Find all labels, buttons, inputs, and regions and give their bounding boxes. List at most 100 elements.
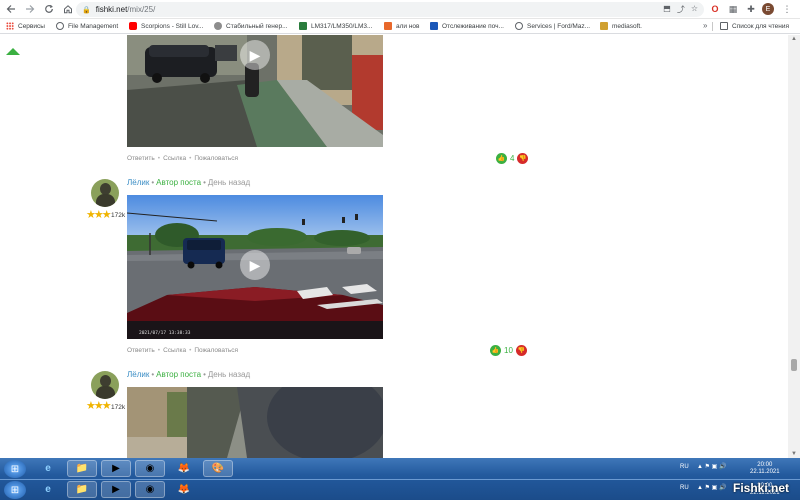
clock[interactable]: 20:00 22.11.2021: [750, 462, 780, 476]
lock-icon: 🔒: [82, 6, 91, 14]
puzzle-icon[interactable]: ✚: [744, 2, 758, 16]
watermark: Fishki.net: [733, 481, 790, 495]
bookmark-label: али нов: [396, 22, 420, 30]
reload-icon[interactable]: [41, 1, 57, 17]
thumbs-down-icon[interactable]: 👎: [515, 345, 527, 356]
media-player-icon[interactable]: ▶: [101, 460, 131, 477]
karma-count: 172k: [111, 404, 126, 411]
page-content: ▶ Ответить • Ссылка • Пожаловаться 👍 4 👎 Лёл…: [0, 35, 800, 458]
url-path: /mix/25/: [127, 5, 156, 14]
site-icon: [299, 22, 307, 30]
opera-extension-icon[interactable]: O: [708, 2, 722, 16]
comment-actions-1: Ответить • Ссылка • Пожаловаться: [127, 155, 239, 162]
video-timestamp: 2021/07/17 13:38:33: [139, 330, 191, 336]
bookmark-file-management[interactable]: File Management: [56, 22, 118, 30]
internet-explorer-icon[interactable]: e: [33, 481, 63, 498]
bookmark-label: Стабильный генер...: [226, 22, 288, 30]
bookmark-ford-services[interactable]: Services | Ford/Maz...: [515, 22, 590, 30]
share-icon[interactable]: ⤴: [677, 4, 685, 15]
bookmark-label: File Management: [68, 22, 119, 30]
back-icon[interactable]: [3, 1, 19, 17]
bookmark-scorpions[interactable]: Scorpions - Still Lov...: [129, 22, 203, 30]
extension-icon[interactable]: ▦: [726, 2, 740, 16]
avatar: E: [762, 3, 774, 15]
video-player-2[interactable]: 2021/07/17 13:38:33 ▶: [127, 195, 383, 339]
avatar[interactable]: [91, 371, 119, 399]
reply-link[interactable]: Ответить: [127, 155, 155, 162]
vote-count: 4: [510, 154, 515, 163]
start-button-icon[interactable]: ⊞: [4, 481, 26, 499]
windows-taskbar: ⊞ e 📁 ▶ ◉ 🦊 🎨 ⊞ e 📁 ▶ ◉ 🦊 RU ▲ ⚑ ▣ 🔊 20:…: [0, 458, 800, 500]
apps-grid-icon: [6, 22, 14, 30]
tray-icons[interactable]: ▲ ⚑ ▣ 🔊: [697, 484, 726, 491]
firefox-icon[interactable]: 🦊: [169, 481, 199, 498]
thumbs-up-icon[interactable]: 👍: [496, 153, 507, 164]
comment-header-2: Лёлик • Автор поста • День назад: [127, 178, 251, 187]
scroll-down-icon[interactable]: ▼: [791, 451, 797, 457]
username-link[interactable]: Лёлик: [127, 178, 149, 187]
language-indicator[interactable]: RU: [680, 464, 689, 470]
avatar[interactable]: [91, 179, 119, 207]
divider: [712, 22, 713, 31]
home-icon[interactable]: [60, 1, 76, 17]
site-icon: [430, 22, 438, 30]
video-player-3[interactable]: [127, 387, 383, 458]
link-link[interactable]: Ссылка: [163, 347, 186, 354]
chrome-icon[interactable]: ◉: [135, 481, 165, 498]
scroll-top-icon[interactable]: [6, 48, 20, 55]
bookmarks-overflow-button[interactable]: »: [703, 21, 707, 30]
scrollbar-thumb[interactable]: [791, 359, 797, 371]
reading-list-icon: [720, 22, 728, 30]
bookmark-star-icon[interactable]: ☆: [691, 4, 698, 15]
globe-icon: [515, 22, 523, 30]
play-icon[interactable]: ▶: [240, 250, 270, 280]
bookmark-tracking[interactable]: Отслеживание поч...: [430, 22, 504, 30]
firefox-icon[interactable]: 🦊: [169, 460, 199, 477]
profile-button[interactable]: E: [761, 2, 775, 16]
username-link[interactable]: Лёлик: [127, 370, 149, 379]
video-player-1[interactable]: ▶: [127, 35, 383, 147]
language-indicator[interactable]: RU: [680, 485, 689, 491]
bookmark-ali[interactable]: али нов: [384, 22, 420, 30]
tray-icons[interactable]: ▲ ⚑ ▣ 🔊: [697, 463, 726, 470]
report-link[interactable]: Пожаловаться: [194, 347, 238, 354]
page-scrollbar[interactable]: ▲ ▼: [788, 35, 800, 458]
reading-list-button[interactable]: Список для чтения: [720, 22, 789, 30]
paint-icon[interactable]: 🎨: [203, 460, 233, 477]
comment-time: День назад: [207, 178, 251, 187]
site-icon: [214, 22, 222, 30]
reply-link[interactable]: Ответить: [127, 347, 155, 354]
thumbs-down-icon[interactable]: 👎: [517, 153, 529, 164]
comment-header-3: Лёлик • Автор поста • День назад: [127, 370, 251, 379]
thumbs-up-icon[interactable]: 👍: [490, 345, 501, 356]
media-player-icon[interactable]: ▶: [101, 481, 131, 498]
file-explorer-icon[interactable]: 📁: [67, 481, 97, 498]
rating-stars-icon: ★★★: [86, 400, 112, 412]
start-button-icon[interactable]: ⊞: [4, 460, 26, 478]
report-link[interactable]: Пожаловаться: [194, 155, 238, 162]
file-explorer-icon[interactable]: 📁: [67, 460, 97, 477]
comment-time: День назад: [207, 370, 251, 379]
address-bar[interactable]: 🔒 fishki.net/mix/25/ ⬒ ⤴ ☆: [76, 2, 704, 17]
folder-icon: [600, 22, 608, 30]
bookmark-stabilny-generator[interactable]: Стабильный генер...: [214, 22, 288, 30]
internet-explorer-icon[interactable]: e: [33, 460, 63, 477]
bookmark-label: Отслеживание поч...: [442, 22, 504, 30]
link-link[interactable]: Ссылка: [163, 155, 186, 162]
install-app-icon[interactable]: ⬒: [663, 4, 671, 15]
video-thumbnail-crash: [127, 387, 383, 458]
bookmark-label: Сервисы: [18, 22, 45, 30]
globe-icon: [56, 22, 64, 30]
url-domain: fishki.net: [95, 5, 128, 14]
scroll-up-icon[interactable]: ▲: [791, 36, 797, 42]
bookmark-lm317[interactable]: LM317/LM350/LM3...: [299, 22, 372, 30]
menu-icon[interactable]: ⋮: [780, 2, 794, 16]
chrome-icon[interactable]: ◉: [135, 460, 165, 477]
forward-icon[interactable]: [22, 1, 38, 17]
play-icon[interactable]: ▶: [240, 40, 270, 70]
bookmark-services[interactable]: Сервисы: [6, 22, 45, 30]
clock-time: 20:00: [757, 462, 773, 468]
bookmark-mediasoft[interactable]: mediasoft.: [600, 22, 642, 30]
bookmark-label: LM317/LM350/LM3...: [311, 22, 373, 30]
browser-toolbar: 🔒 fishki.net/mix/25/ ⬒ ⤴ ☆ O ▦ ✚ E ⋮: [0, 0, 800, 19]
